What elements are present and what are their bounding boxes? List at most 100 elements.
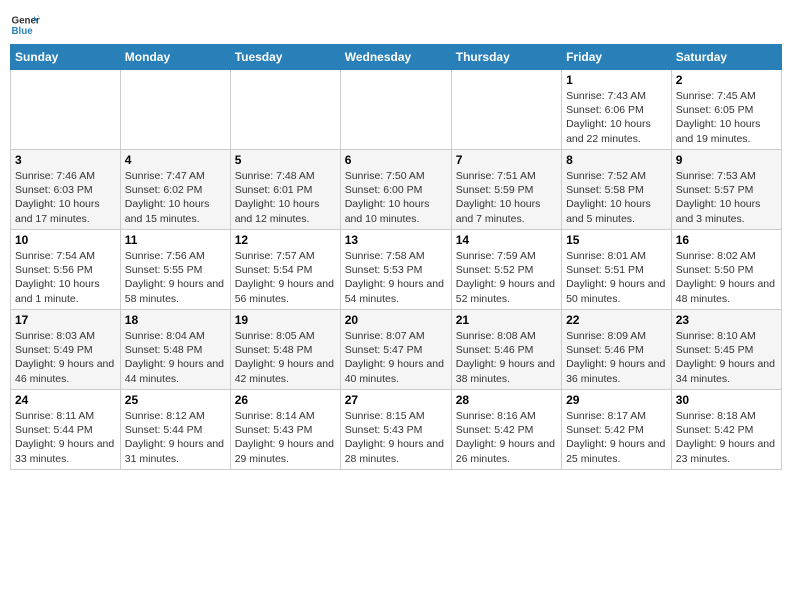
- day-info: Sunrise: 8:16 AM Sunset: 5:42 PM Dayligh…: [456, 409, 557, 466]
- day-number: 4: [125, 153, 226, 167]
- calendar-cell: [230, 70, 340, 150]
- day-of-week-header: Sunday: [11, 45, 121, 70]
- logo-icon: General Blue: [10, 10, 40, 40]
- day-info: Sunrise: 7:58 AM Sunset: 5:53 PM Dayligh…: [345, 249, 447, 306]
- calendar-cell: 30 Sunrise: 8:18 AM Sunset: 5:42 PM Dayli…: [671, 390, 781, 470]
- calendar-cell: 20 Sunrise: 8:07 AM Sunset: 5:47 PM Dayli…: [340, 310, 451, 390]
- calendar-cell: 2 Sunrise: 7:45 AM Sunset: 6:05 PM Daylig…: [671, 70, 781, 150]
- calendar-cell: 23 Sunrise: 8:10 AM Sunset: 5:45 PM Dayli…: [671, 310, 781, 390]
- day-info: Sunrise: 8:08 AM Sunset: 5:46 PM Dayligh…: [456, 329, 557, 386]
- calendar-cell: 11 Sunrise: 7:56 AM Sunset: 5:55 PM Dayli…: [120, 230, 230, 310]
- day-number: 29: [566, 393, 667, 407]
- day-of-week-header: Friday: [562, 45, 672, 70]
- day-number: 8: [566, 153, 667, 167]
- day-info: Sunrise: 7:51 AM Sunset: 5:59 PM Dayligh…: [456, 169, 557, 226]
- calendar-cell: 12 Sunrise: 7:57 AM Sunset: 5:54 PM Dayli…: [230, 230, 340, 310]
- day-info: Sunrise: 7:47 AM Sunset: 6:02 PM Dayligh…: [125, 169, 226, 226]
- day-number: 24: [15, 393, 116, 407]
- day-of-week-header: Saturday: [671, 45, 781, 70]
- day-number: 15: [566, 233, 667, 247]
- calendar-cell: 8Sunrise: 7:52 AM Sunset: 5:58 PM Daylig…: [562, 150, 672, 230]
- calendar-cell: 7 Sunrise: 7:51 AM Sunset: 5:59 PM Daylig…: [451, 150, 561, 230]
- day-number: 11: [125, 233, 226, 247]
- day-of-week-header: Thursday: [451, 45, 561, 70]
- day-number: 13: [345, 233, 447, 247]
- calendar-week-row: 1Sunrise: 7:43 AM Sunset: 6:06 PM Daylig…: [11, 70, 782, 150]
- calendar-cell: 17 Sunrise: 8:03 AM Sunset: 5:49 PM Dayli…: [11, 310, 121, 390]
- calendar-header-row: SundayMondayTuesdayWednesdayThursdayFrid…: [11, 45, 782, 70]
- day-number: 27: [345, 393, 447, 407]
- calendar-week-row: 10 Sunrise: 7:54 AM Sunset: 5:56 PM Dayli…: [11, 230, 782, 310]
- day-info: Sunrise: 8:04 AM Sunset: 5:48 PM Dayligh…: [125, 329, 226, 386]
- calendar-cell: 5Sunrise: 7:48 AM Sunset: 6:01 PM Daylig…: [230, 150, 340, 230]
- day-info: Sunrise: 7:53 AM Sunset: 5:57 PM Dayligh…: [676, 169, 777, 226]
- day-number: 6: [345, 153, 447, 167]
- day-number: 1: [566, 73, 667, 87]
- day-of-week-header: Tuesday: [230, 45, 340, 70]
- day-info: Sunrise: 7:59 AM Sunset: 5:52 PM Dayligh…: [456, 249, 557, 306]
- calendar-cell: 3Sunrise: 7:46 AM Sunset: 6:03 PM Daylig…: [11, 150, 121, 230]
- day-info: Sunrise: 8:07 AM Sunset: 5:47 PM Dayligh…: [345, 329, 447, 386]
- calendar-cell: 6 Sunrise: 7:50 AM Sunset: 6:00 PM Daylig…: [340, 150, 451, 230]
- calendar-week-row: 3Sunrise: 7:46 AM Sunset: 6:03 PM Daylig…: [11, 150, 782, 230]
- calendar-cell: [451, 70, 561, 150]
- day-number: 23: [676, 313, 777, 327]
- calendar-cell: 22 Sunrise: 8:09 AM Sunset: 5:46 PM Dayli…: [562, 310, 672, 390]
- calendar-cell: 28 Sunrise: 8:16 AM Sunset: 5:42 PM Dayli…: [451, 390, 561, 470]
- calendar-table: SundayMondayTuesdayWednesdayThursdayFrid…: [10, 44, 782, 470]
- calendar-cell: [120, 70, 230, 150]
- day-number: 12: [235, 233, 336, 247]
- day-number: 14: [456, 233, 557, 247]
- day-number: 21: [456, 313, 557, 327]
- day-info: Sunrise: 8:02 AM Sunset: 5:50 PM Dayligh…: [676, 249, 777, 306]
- day-info: Sunrise: 7:45 AM Sunset: 6:05 PM Dayligh…: [676, 89, 777, 146]
- calendar-cell: [11, 70, 121, 150]
- day-number: 30: [676, 393, 777, 407]
- day-number: 7: [456, 153, 557, 167]
- calendar-cell: 24Sunrise: 8:11 AM Sunset: 5:44 PM Dayli…: [11, 390, 121, 470]
- day-number: 10: [15, 233, 116, 247]
- svg-text:Blue: Blue: [12, 26, 34, 37]
- day-info: Sunrise: 8:09 AM Sunset: 5:46 PM Dayligh…: [566, 329, 667, 386]
- day-number: 9: [676, 153, 777, 167]
- day-number: 26: [235, 393, 336, 407]
- day-number: 22: [566, 313, 667, 327]
- calendar-cell: 13 Sunrise: 7:58 AM Sunset: 5:53 PM Dayli…: [340, 230, 451, 310]
- day-number: 3: [15, 153, 116, 167]
- day-number: 5: [235, 153, 336, 167]
- day-info: Sunrise: 8:18 AM Sunset: 5:42 PM Dayligh…: [676, 409, 777, 466]
- day-of-week-header: Wednesday: [340, 45, 451, 70]
- calendar-cell: 9 Sunrise: 7:53 AM Sunset: 5:57 PM Daylig…: [671, 150, 781, 230]
- day-number: 20: [345, 313, 447, 327]
- day-info: Sunrise: 8:03 AM Sunset: 5:49 PM Dayligh…: [15, 329, 116, 386]
- day-number: 28: [456, 393, 557, 407]
- calendar-cell: 10 Sunrise: 7:54 AM Sunset: 5:56 PM Dayli…: [11, 230, 121, 310]
- day-number: 17: [15, 313, 116, 327]
- day-of-week-header: Monday: [120, 45, 230, 70]
- day-info: Sunrise: 7:50 AM Sunset: 6:00 PM Dayligh…: [345, 169, 447, 226]
- day-number: 19: [235, 313, 336, 327]
- day-info: Sunrise: 7:54 AM Sunset: 5:56 PM Dayligh…: [15, 249, 116, 306]
- calendar-cell: 1Sunrise: 7:43 AM Sunset: 6:06 PM Daylig…: [562, 70, 672, 150]
- day-number: 16: [676, 233, 777, 247]
- calendar-cell: 21 Sunrise: 8:08 AM Sunset: 5:46 PM Dayli…: [451, 310, 561, 390]
- day-info: Sunrise: 8:15 AM Sunset: 5:43 PM Dayligh…: [345, 409, 447, 466]
- calendar-cell: [340, 70, 451, 150]
- day-info: Sunrise: 8:17 AM Sunset: 5:42 PM Dayligh…: [566, 409, 667, 466]
- calendar-cell: 15Sunrise: 8:01 AM Sunset: 5:51 PM Dayli…: [562, 230, 672, 310]
- calendar-cell: 18 Sunrise: 8:04 AM Sunset: 5:48 PM Dayli…: [120, 310, 230, 390]
- calendar-cell: 16 Sunrise: 8:02 AM Sunset: 5:50 PM Dayli…: [671, 230, 781, 310]
- day-number: 18: [125, 313, 226, 327]
- calendar-week-row: 24Sunrise: 8:11 AM Sunset: 5:44 PM Dayli…: [11, 390, 782, 470]
- page-header: General Blue: [10, 10, 782, 40]
- day-info: Sunrise: 7:57 AM Sunset: 5:54 PM Dayligh…: [235, 249, 336, 306]
- day-info: Sunrise: 8:05 AM Sunset: 5:48 PM Dayligh…: [235, 329, 336, 386]
- calendar-cell: 14 Sunrise: 7:59 AM Sunset: 5:52 PM Dayli…: [451, 230, 561, 310]
- day-info: Sunrise: 8:10 AM Sunset: 5:45 PM Dayligh…: [676, 329, 777, 386]
- calendar-cell: 26 Sunrise: 8:14 AM Sunset: 5:43 PM Dayli…: [230, 390, 340, 470]
- day-info: Sunrise: 7:56 AM Sunset: 5:55 PM Dayligh…: [125, 249, 226, 306]
- day-number: 25: [125, 393, 226, 407]
- day-number: 2: [676, 73, 777, 87]
- calendar-cell: 27 Sunrise: 8:15 AM Sunset: 5:43 PM Dayli…: [340, 390, 451, 470]
- day-info: Sunrise: 8:14 AM Sunset: 5:43 PM Dayligh…: [235, 409, 336, 466]
